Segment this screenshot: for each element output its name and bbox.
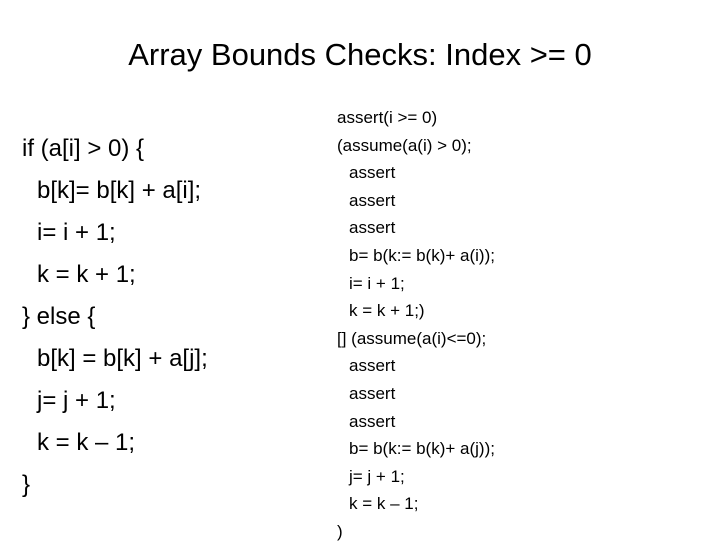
source-code-line: j= j + 1; — [37, 387, 116, 414]
translated-code-line: k = k + 1;) — [349, 301, 425, 321]
translated-code-block: assert(i >= 0) (assume(a(i) > 0); assert as… — [337, 104, 677, 546]
translated-code-line: b= b(k:= b(k)+ a(j)); — [349, 439, 495, 459]
slide: Array Bounds Checks: Index >= 0 if (a[i]… — [0, 0, 720, 541]
translated-code-line: ) — [337, 521, 343, 541]
source-code-line: if (a[i] > 0) { — [22, 135, 145, 162]
source-code-line: } — [22, 471, 31, 498]
source-code-line: b[k] = b[k] + a[j]; — [37, 345, 208, 372]
translated-code-line: i= i + 1; — [349, 273, 405, 293]
translated-code-line: assert — [349, 383, 396, 403]
translated-code-line: j= j + 1; — [349, 466, 405, 486]
page-title: Array Bounds Checks: Index >= 0 — [128, 37, 592, 72]
translated-code-line: assert — [349, 163, 396, 183]
translated-code-line: [] (assume(a(i)<=0); — [337, 328, 487, 348]
translated-code-line: assert — [349, 190, 396, 210]
source-code-line: k = k – 1; — [37, 429, 136, 456]
source-code-line: b[k]= b[k] + a[i]; — [37, 177, 202, 204]
translated-code-line: assert — [349, 356, 396, 376]
translated-code-line: assert(i >= 0) — [337, 108, 438, 127]
source-code-line: k = k + 1; — [37, 261, 136, 288]
translated-code-line: assert — [349, 218, 396, 238]
translated-code-line: (assume(a(i) > 0); — [337, 135, 472, 155]
translated-code-line: k = k – 1; — [349, 494, 419, 514]
translated-code-line: assert — [349, 411, 396, 431]
slide-body: if (a[i] > 0) { b[k]= b[k] + a[i]; i= i + … — [0, 96, 720, 541]
source-code-block: if (a[i] > 0) { b[k]= b[k] + a[i]; i= i + … — [22, 128, 322, 506]
source-code-line: } else { — [22, 303, 96, 330]
source-code-line: i= i + 1; — [37, 219, 116, 246]
translated-code-line: b= b(k:= b(k)+ a(i)); — [349, 245, 495, 265]
